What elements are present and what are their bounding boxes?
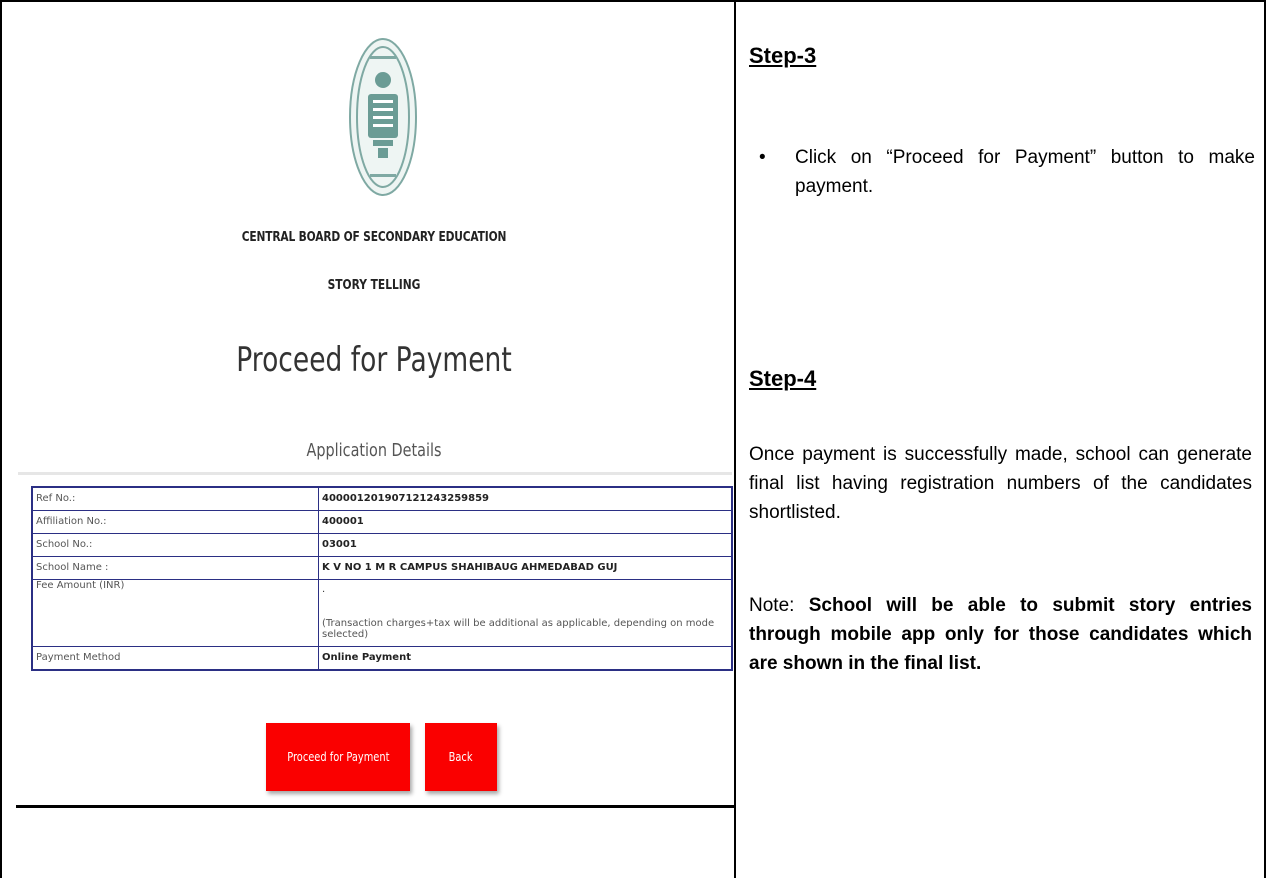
- fee-amount-value: .: [322, 584, 326, 595]
- back-button-label: Back: [449, 750, 473, 764]
- frame-column-divider: [734, 0, 736, 878]
- affiliation-no-label: Affiliation No.:: [31, 510, 319, 534]
- cbse-emblem-icon: [349, 38, 417, 196]
- proceed-button-label: Proceed for Payment: [286, 750, 390, 764]
- section-divider: [18, 472, 732, 475]
- table-row: Ref No.: 400001201907121243259859: [31, 486, 733, 511]
- payment-method-value: Online Payment: [318, 646, 733, 671]
- table-row: Affiliation No.: 400001: [31, 510, 733, 534]
- bullet-icon: •: [759, 147, 766, 168]
- step-4-text: Once payment is successfully made, schoo…: [749, 444, 1252, 523]
- screenshot-bottom-border: [16, 805, 736, 808]
- payment-screenshot-panel: CENTRAL BOARD OF SECONDARY EDUCATION STO…: [14, 2, 734, 804]
- step-3-text: Click on “Proceed for Payment” button to…: [795, 147, 1255, 197]
- organization-name: CENTRAL BOARD OF SECONDARY EDUCATION: [241, 230, 507, 245]
- proceed-for-payment-button[interactable]: Proceed for Payment: [266, 723, 410, 791]
- application-details-table: Ref No.: 400001201907121243259859 Affili…: [31, 486, 733, 671]
- frame-left-border: [0, 0, 2, 878]
- note-paragraph: Note: School will be able to submit stor…: [749, 591, 1252, 678]
- affiliation-no-value: 400001: [318, 510, 733, 534]
- school-name-label: School Name :: [31, 556, 319, 580]
- school-no-label: School No.:: [31, 533, 319, 557]
- ref-no-label: Ref No.:: [31, 486, 319, 511]
- back-button[interactable]: Back: [425, 723, 497, 791]
- step-3-heading: Step-3: [749, 43, 817, 68]
- table-row: Payment Method Online Payment: [31, 646, 733, 671]
- page-title: Proceed for Payment: [236, 340, 512, 380]
- event-name: STORY TELLING: [327, 278, 421, 293]
- section-title: Application Details: [306, 440, 442, 461]
- note-prefix: Note:: [749, 595, 809, 616]
- school-name-value: K V NO 1 M R CAMPUS SHAHIBAUG AHMEDABAD …: [318, 556, 733, 580]
- step-4-heading: Step-4: [749, 366, 817, 391]
- fee-amount-cell: . (Transaction charges+tax will be addit…: [318, 579, 733, 647]
- fee-amount-label: Fee Amount (INR): [31, 579, 319, 647]
- note-bold-text: School will be able to submit story entr…: [749, 595, 1252, 674]
- ref-no-value: 400001201907121243259859: [318, 486, 733, 511]
- table-row: Fee Amount (INR) . (Transaction charges+…: [31, 579, 733, 647]
- payment-method-label: Payment Method: [31, 646, 319, 671]
- table-row: School Name : K V NO 1 M R CAMPUS SHAHIB…: [31, 556, 733, 580]
- table-row: School No.: 03001: [31, 533, 733, 557]
- fee-transaction-note: (Transaction charges+tax will be additio…: [322, 618, 715, 640]
- school-no-value: 03001: [318, 533, 733, 557]
- step-3-bullet: • Click on “Proceed for Payment” button …: [749, 143, 1255, 201]
